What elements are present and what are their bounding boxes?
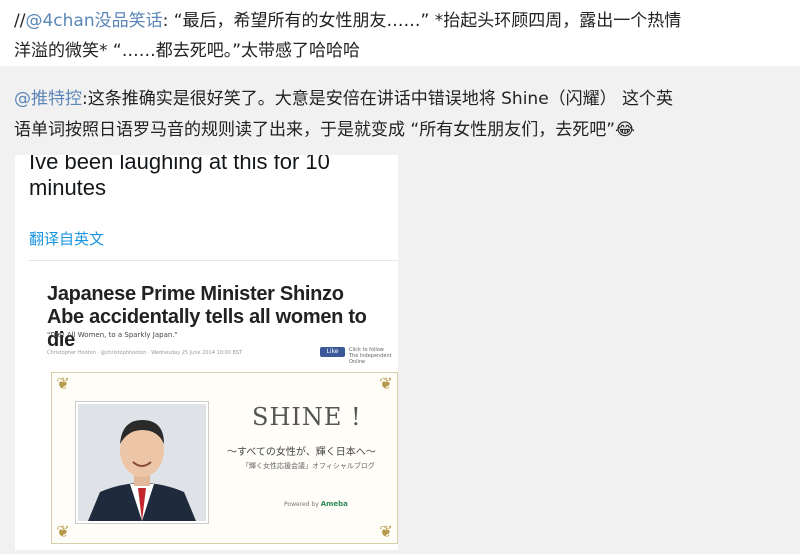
blog-title: SHINE ! bbox=[252, 403, 362, 431]
ornament-corner-icon: ❦ bbox=[56, 374, 70, 393]
reply-author-mention[interactable]: @推特控 bbox=[14, 89, 82, 109]
repost-line-1: //@4chan没品笑话: “最后，希望所有的女性朋友……” *抬起头环顾四周，… bbox=[14, 10, 681, 32]
tweet-text: Ive been laughing at this for 10 minutes bbox=[29, 155, 330, 200]
facebook-follow-note: Click to follow The Independent Online bbox=[349, 347, 392, 365]
powered-label: Powered by bbox=[284, 501, 319, 508]
repost-header: //@4chan没品笑话: “最后，希望所有的女性朋友……” *抬起头环顾四周，… bbox=[0, 0, 800, 66]
translate-link[interactable]: 翻译自英文 bbox=[29, 228, 104, 249]
ornament-corner-icon: ❦ bbox=[56, 522, 70, 541]
ornament-corner-icon: ❦ bbox=[379, 522, 393, 541]
reply-line-2: 语单词按照日语罗马音的规则读了出来，于是就变成 “所有女性朋友们，去死吧”😂 bbox=[14, 119, 635, 141]
article-byline: Christopher Hooton · @christophhooton · … bbox=[47, 350, 243, 356]
blog-subtitle: 〜すべての女性が、輝く日本へ〜 bbox=[227, 447, 376, 458]
shinzo-abe-photo bbox=[76, 402, 208, 523]
ornament-corner-icon: ❦ bbox=[379, 374, 393, 393]
reply-text: :这条推确实是很好笑了。大意是安倍在讲话中错误地将 Shine（闪耀） 这个英 bbox=[82, 89, 674, 109]
reply-line-1: @推特控:这条推确实是很好笑了。大意是安倍在讲话中错误地将 Shine（闪耀） … bbox=[14, 88, 673, 110]
ameba-logo: Ameba bbox=[320, 500, 348, 508]
embedded-tweet-screenshot[interactable]: Ive been laughing at this for 10 minutes… bbox=[15, 155, 398, 550]
article-quote: "Die! All Women, to a Sparkly Japan." bbox=[47, 331, 178, 339]
article-card[interactable]: Japanese Prime Minister Shinzo Abe accid… bbox=[29, 260, 398, 550]
article-headline: Japanese Prime Minister Shinzo Abe accid… bbox=[47, 283, 367, 351]
portrait-icon bbox=[78, 404, 206, 521]
blog-banner: ❦ ❦ ❦ ❦ SHINE ! 〜すべての女性が、輝く日本へ〜 「輝く女性応援会… bbox=[51, 372, 398, 544]
powered-by: Powered by Ameba bbox=[284, 500, 348, 508]
original-author-mention[interactable]: @4chan没品笑话 bbox=[25, 11, 162, 31]
original-text: : “最后，希望所有的女性朋友……” *抬起头环顾四周，露出一个热情 bbox=[162, 11, 682, 31]
reply-text-2: 语单词按照日语罗马音的规则读了出来，于是就变成 “所有女性朋友们，去死吧” bbox=[14, 120, 616, 140]
laughing-emoji-icon: 😂 bbox=[615, 120, 635, 140]
facebook-like-button[interactable]: Like bbox=[320, 347, 345, 357]
repost-prefix: // bbox=[14, 11, 26, 31]
repost-line-2: 洋溢的微笑* “……都去死吧。”太带感了哈哈哈 bbox=[14, 41, 361, 61]
blog-subtitle-2: 「輝く女性応援会議」オフィシャルブログ bbox=[242, 462, 375, 470]
